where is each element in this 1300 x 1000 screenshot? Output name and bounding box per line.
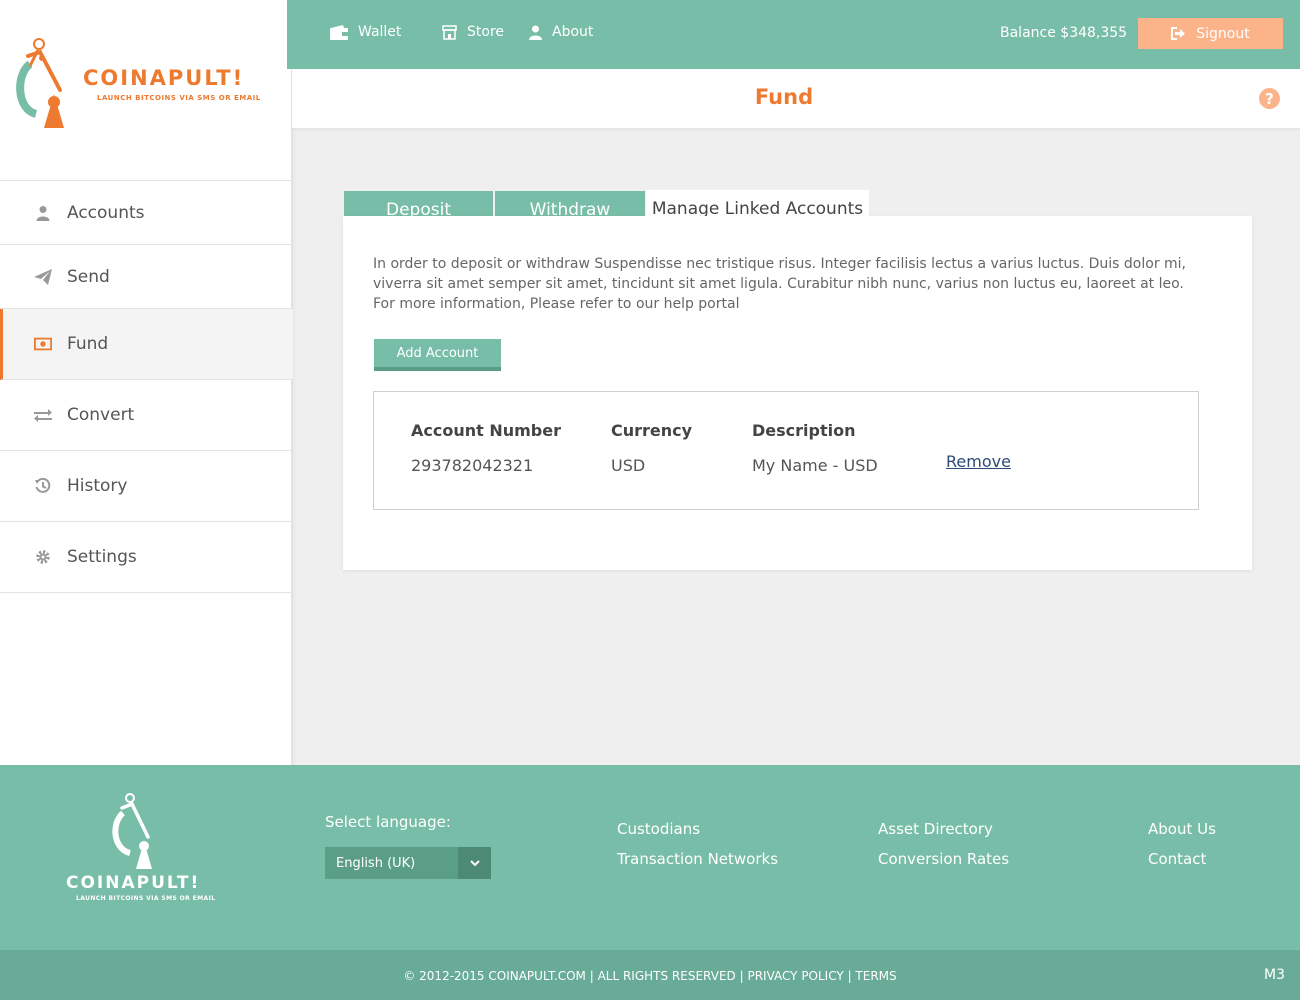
copyright-bar: © 2012-2015 COINAPULT.COM | ALL RIGHTS R… (0, 950, 1300, 1000)
column-header-description: Description (752, 421, 856, 440)
currency-cell: USD (611, 456, 646, 475)
sidebar-item-send[interactable]: Send (0, 245, 291, 309)
footer-brand-tagline: LAUNCH BITCOINS VIA SMS OR EMAIL (76, 895, 216, 902)
sidebar-item-settings[interactable]: Settings (0, 522, 291, 593)
sidebar-item-history[interactable]: History (0, 451, 291, 522)
footer-link-transaction-networks[interactable]: Transaction Networks (617, 850, 778, 868)
column-header-currency: Currency (611, 421, 693, 440)
nav-store-label: Store (467, 24, 505, 40)
add-account-label: Add Account (396, 345, 479, 361)
account-number-cell: 293782042321 (411, 456, 534, 475)
select-language-label: Select language: (325, 813, 451, 831)
sidebar-item-fund[interactable]: Fund (0, 309, 293, 380)
page-title: Fund (754, 85, 814, 109)
footer-brand-name: COINAPULT! (66, 873, 201, 893)
copyright-link[interactable]: © 2012-2015 COINAPULT.COM (403, 969, 586, 983)
accounts-table: Account Number Currency Description 2937… (373, 391, 1199, 510)
terms-link[interactable]: TERMS (855, 969, 896, 983)
version-label: M3 (1264, 967, 1285, 983)
chevron-down-icon (458, 847, 491, 879)
gear-icon (34, 548, 52, 566)
balance-display: Balance $348,355 (1000, 25, 1128, 41)
footer-link-contact[interactable]: Contact (1148, 850, 1206, 868)
history-icon (34, 477, 52, 495)
copyright-text: © 2012-2015 COINAPULT.COM | ALL RIGHTS R… (0, 969, 1300, 983)
brand-name: COINAPULT! (83, 66, 245, 90)
footer-link-custodians[interactable]: Custodians (617, 820, 700, 838)
footer: COINAPULT! LAUNCH BITCOINS VIA SMS OR EM… (0, 765, 1300, 950)
sidebar-item-convert[interactable]: Convert (0, 380, 291, 451)
footer-link-asset-directory[interactable]: Asset Directory (878, 820, 993, 838)
sidebar-item-label: Convert (67, 405, 135, 425)
user-icon (529, 25, 542, 40)
column-header-account-number: Account Number (411, 421, 561, 440)
top-navbar: Wallet Store About Balance $348,355 Sign… (287, 0, 1300, 69)
privacy-policy-link[interactable]: PRIVACY POLICY (747, 969, 843, 983)
catapult-icon (112, 793, 152, 869)
sidebar-item-label: Settings (67, 547, 137, 567)
sidebar-item-label: History (67, 476, 128, 496)
language-value: English (UK) (336, 855, 416, 871)
linked-accounts-panel: In order to deposit or withdraw Suspendi… (343, 216, 1252, 570)
nav-about-label: About (552, 24, 594, 40)
sidebar-item-label: Accounts (67, 202, 145, 223)
remove-account-link[interactable]: Remove (946, 452, 1011, 471)
sign-out-icon (1171, 27, 1186, 40)
paper-plane-icon (34, 268, 52, 286)
nav-store[interactable]: Store (442, 24, 504, 40)
sidebar-item-label: Send (67, 266, 110, 287)
language-select[interactable]: English (UK) (325, 847, 491, 879)
separator: | (589, 969, 598, 983)
nav-wallet-label: Wallet (358, 24, 402, 40)
rights-text: ALL RIGHTS RESERVED (597, 969, 736, 983)
signout-label: Signout (1196, 25, 1250, 42)
sidebar-nav: Accounts Send Fund Convert History Setti… (0, 180, 293, 593)
signout-button[interactable]: Signout (1138, 18, 1283, 49)
user-icon (34, 204, 52, 222)
footer-link-conversion-rates[interactable]: Conversion Rates (878, 850, 1009, 868)
sidebar-item-accounts[interactable]: Accounts (0, 181, 291, 245)
catapult-icon (16, 38, 64, 128)
brand-tagline: LAUNCH BITCOINS VIA SMS OR EMAIL (97, 94, 261, 102)
nav-wallet[interactable]: Wallet (330, 24, 401, 40)
sidebar-item-label: Fund (67, 334, 109, 354)
coinapult-logo[interactable]: COINAPULT! LAUNCH BITCOINS VIA SMS OR EM… (16, 34, 276, 130)
exchange-icon (34, 406, 52, 424)
money-icon (34, 335, 52, 353)
description-cell: My Name - USD (752, 456, 878, 475)
footer-link-about-us[interactable]: About Us (1148, 820, 1216, 838)
nav-about[interactable]: About (529, 24, 593, 40)
page-header: Fund ? (292, 69, 1300, 128)
sidebar: COINAPULT! LAUNCH BITCOINS VIA SMS OR EM… (0, 0, 293, 765)
question-icon[interactable]: ? (1259, 88, 1280, 109)
wallet-icon (330, 24, 348, 40)
add-account-button[interactable]: Add Account (374, 339, 501, 371)
intro-text: In order to deposit or withdraw Suspendi… (373, 256, 1187, 312)
footer-logo[interactable]: COINAPULT! LAUNCH BITCOINS VIA SMS OR EM… (66, 791, 216, 903)
store-icon (442, 24, 457, 40)
